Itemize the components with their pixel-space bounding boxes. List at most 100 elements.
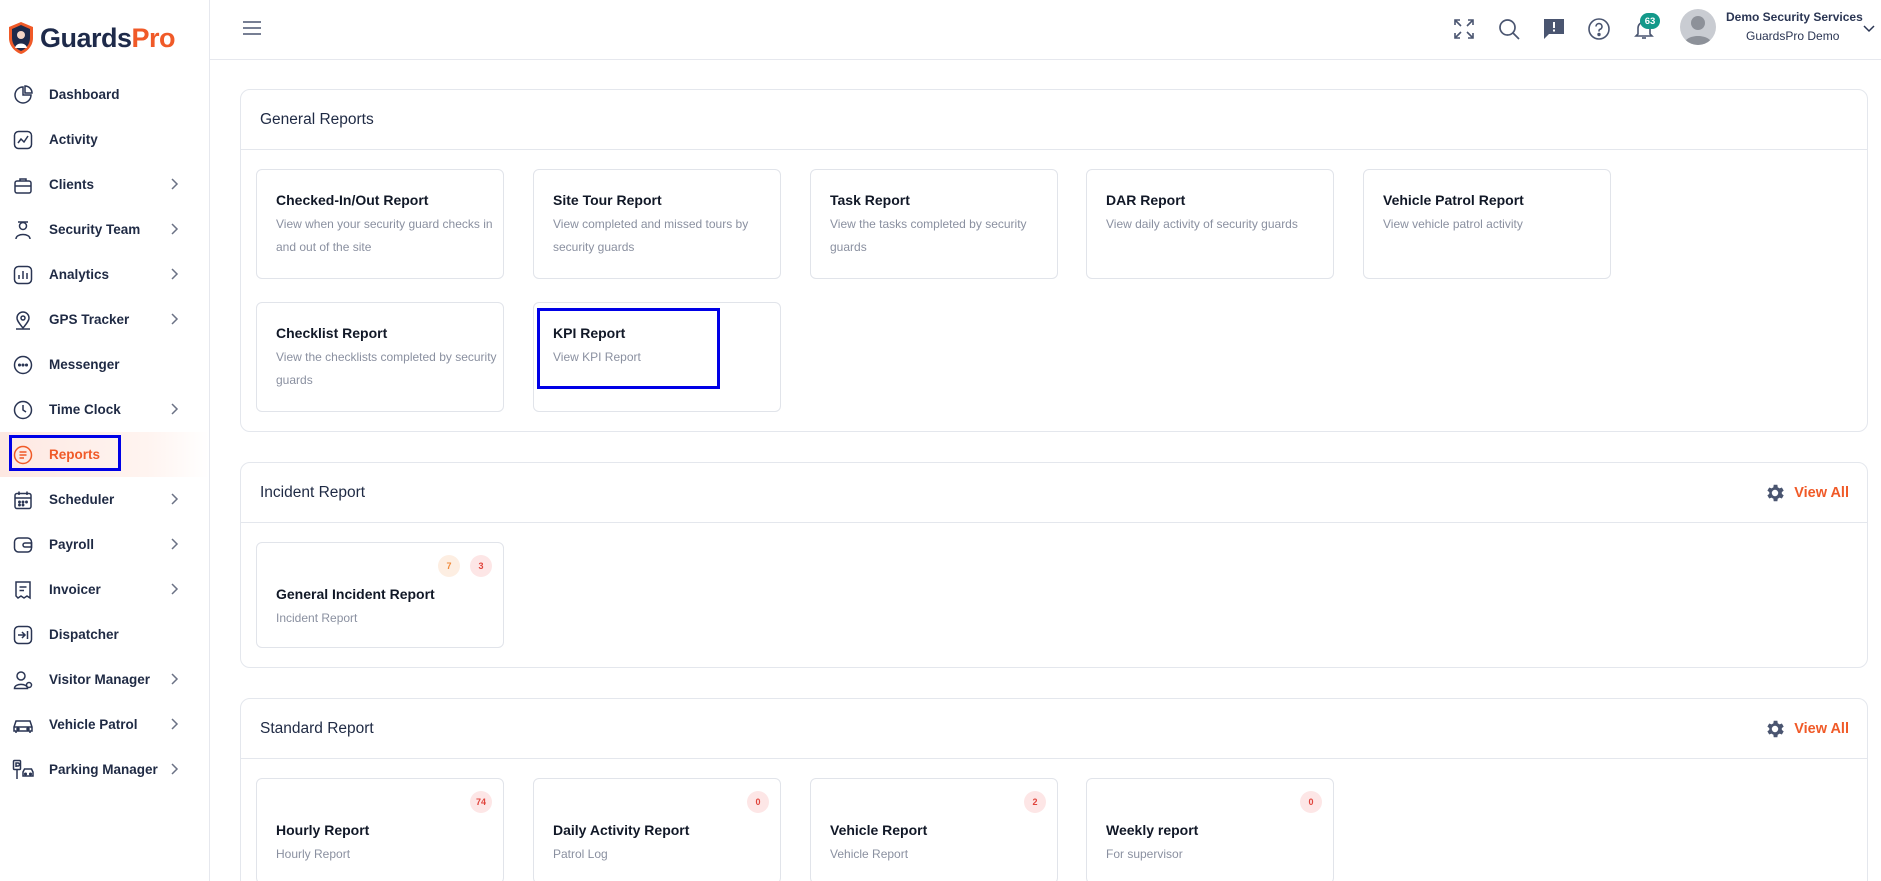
card-title: Daily Activity Report — [553, 822, 690, 838]
top-header: 63 Demo Security Services GuardsPro Demo — [210, 0, 1881, 60]
chevron-right-icon — [171, 538, 179, 550]
guardspro-logo[interactable]: GuardsPro — [8, 18, 176, 58]
card-title: General Incident Report — [276, 586, 435, 602]
calendar-icon — [12, 489, 34, 511]
chevron-right-icon — [171, 718, 179, 730]
gear-icon[interactable] — [1764, 482, 1786, 504]
sidebar-item-dashboard[interactable]: Dashboard — [0, 72, 209, 117]
sidebar-item-analytics[interactable]: Analytics — [0, 252, 209, 297]
sidebar-item-reports[interactable]: Reports — [0, 432, 209, 477]
panel-header: General Reports — [241, 90, 1867, 150]
invoice-icon — [12, 579, 34, 601]
user-org-name[interactable]: GuardsPro Demo — [1746, 29, 1839, 43]
fullscreen-icon[interactable] — [1452, 17, 1476, 41]
sidebar-item-label: Time Clock — [49, 402, 121, 417]
sidebar-item-clients[interactable]: Clients — [0, 162, 209, 207]
sidebar-item-gps-tracker[interactable]: GPS Tracker — [0, 297, 209, 342]
sidebar-item-vehicle-patrol[interactable]: Vehicle Patrol — [0, 702, 209, 747]
hamburger-menu-icon[interactable] — [242, 19, 262, 37]
sidebar-item-scheduler[interactable]: Scheduler — [0, 477, 209, 522]
chevron-down-icon[interactable] — [1862, 21, 1876, 35]
sidebar-item-label: Scheduler — [49, 492, 115, 507]
card-title: Task Report — [830, 192, 910, 208]
sidebar-item-label: Activity — [49, 132, 98, 147]
report-card-dar[interactable]: DAR Report View daily activity of securi… — [1086, 169, 1334, 279]
parking-icon — [12, 759, 34, 781]
avatar[interactable] — [1680, 9, 1716, 45]
chevron-right-icon — [171, 178, 179, 190]
report-card-checklist[interactable]: Checklist Report View the checklists com… — [256, 302, 504, 412]
help-icon[interactable] — [1587, 17, 1611, 41]
report-card-kpi[interactable]: KPI Report View KPI Report — [533, 302, 781, 412]
report-card-vehicle-patrol[interactable]: Vehicle Patrol Report View vehicle patro… — [1363, 169, 1611, 279]
report-card-checked-in-out[interactable]: Checked-In/Out Report View when your sec… — [256, 169, 504, 279]
view-all-label[interactable]: View All — [1794, 485, 1849, 501]
search-icon[interactable] — [1497, 17, 1521, 41]
card-description: View completed and missed tours by secur… — [553, 217, 749, 254]
sidebar-item-activity[interactable]: Activity — [0, 117, 209, 162]
user-company-name[interactable]: Demo Security Services — [1726, 10, 1863, 24]
card-title: Weekly report — [1106, 822, 1199, 838]
chevron-right-icon — [171, 268, 179, 280]
sidebar-item-label: Dispatcher — [49, 627, 119, 642]
card-title: Vehicle Patrol Report — [1383, 192, 1524, 208]
card-description: For supervisor — [1106, 847, 1183, 861]
card-description: Patrol Log — [553, 847, 608, 861]
card-description: View when your security guard checks in … — [276, 217, 493, 254]
standard-view-all-button[interactable]: View All — [1764, 718, 1849, 740]
panel-title: Incident Report — [260, 483, 366, 501]
sidebar-item-security-team[interactable]: Security Team — [0, 207, 209, 252]
sidebar-item-invoicer[interactable]: Invoicer — [0, 567, 209, 612]
gps-pin-icon — [12, 309, 34, 331]
sidebar-item-label: Analytics — [49, 267, 110, 282]
report-card-vehicle[interactable]: 2 Vehicle Report Vehicle Report — [810, 778, 1058, 881]
incident-view-all-button[interactable]: View All — [1764, 482, 1849, 504]
report-card-general-incident[interactable]: 7 3 General Incident Report Incident Rep… — [256, 542, 504, 648]
sidebar-item-visitor-manager[interactable]: Visitor Manager — [0, 657, 209, 702]
analytics-icon — [12, 264, 34, 286]
chevron-right-icon — [171, 493, 179, 505]
card-description: View KPI Report — [553, 350, 641, 364]
car-icon — [12, 714, 34, 736]
card-title: KPI Report — [553, 325, 626, 341]
sidebar-item-label: Reports — [49, 447, 101, 462]
sidebar-item-label: Vehicle Patrol — [49, 717, 138, 732]
report-card-hourly[interactable]: 74 Hourly Report Hourly Report — [256, 778, 504, 881]
sidebar-item-label: GPS Tracker — [49, 312, 130, 327]
sidebar-item-label: Dashboard — [49, 87, 120, 102]
sidebar-item-label: Clients — [49, 177, 95, 192]
count-badge-red: 2 — [1024, 791, 1046, 813]
sidebar-item-messenger[interactable]: Messenger — [0, 342, 209, 387]
report-card-task[interactable]: Task Report View the tasks completed by … — [810, 169, 1058, 279]
count-badge-red: 0 — [1300, 791, 1322, 813]
feedback-icon[interactable] — [1542, 17, 1566, 41]
notification-count-badge: 63 — [1640, 13, 1660, 29]
security-team-icon — [12, 219, 34, 241]
sidebar-item-label: Parking Manager — [49, 762, 158, 777]
view-all-label[interactable]: View All — [1794, 721, 1849, 737]
panel-header: Incident Report View All — [241, 463, 1867, 523]
report-card-daily-activity[interactable]: 0 Daily Activity Report Patrol Log — [533, 778, 781, 881]
incident-report-panel: Incident Report View All 7 3 General Inc… — [240, 462, 1868, 668]
gear-icon[interactable] — [1764, 718, 1786, 740]
clock-icon — [12, 399, 34, 421]
sidebar-item-time-clock[interactable]: Time Clock — [0, 387, 209, 432]
card-description: Hourly Report — [276, 847, 351, 861]
report-card-site-tour[interactable]: Site Tour Report View completed and miss… — [533, 169, 781, 279]
standard-report-panel: Standard Report View All 74 Hourly Repor… — [240, 698, 1868, 881]
clients-icon — [12, 174, 34, 196]
chevron-right-icon — [171, 763, 179, 775]
card-title: DAR Report — [1106, 192, 1186, 208]
count-badge-red: 3 — [470, 555, 492, 577]
sidebar-item-label: Visitor Manager — [49, 672, 151, 687]
sidebar-item-parking-manager[interactable]: Parking Manager — [0, 747, 209, 792]
dashboard-icon — [12, 84, 34, 106]
brand-name: GuardsPro — [40, 22, 176, 53]
card-title: Vehicle Report — [830, 822, 928, 838]
chevron-right-icon — [171, 313, 179, 325]
activity-icon — [12, 129, 34, 151]
report-card-weekly[interactable]: 0 Weekly report For supervisor — [1086, 778, 1334, 881]
sidebar-item-dispatcher[interactable]: Dispatcher — [0, 612, 209, 657]
sidebar-item-payroll[interactable]: Payroll — [0, 522, 209, 567]
panel-header: Standard Report View All — [241, 699, 1867, 759]
